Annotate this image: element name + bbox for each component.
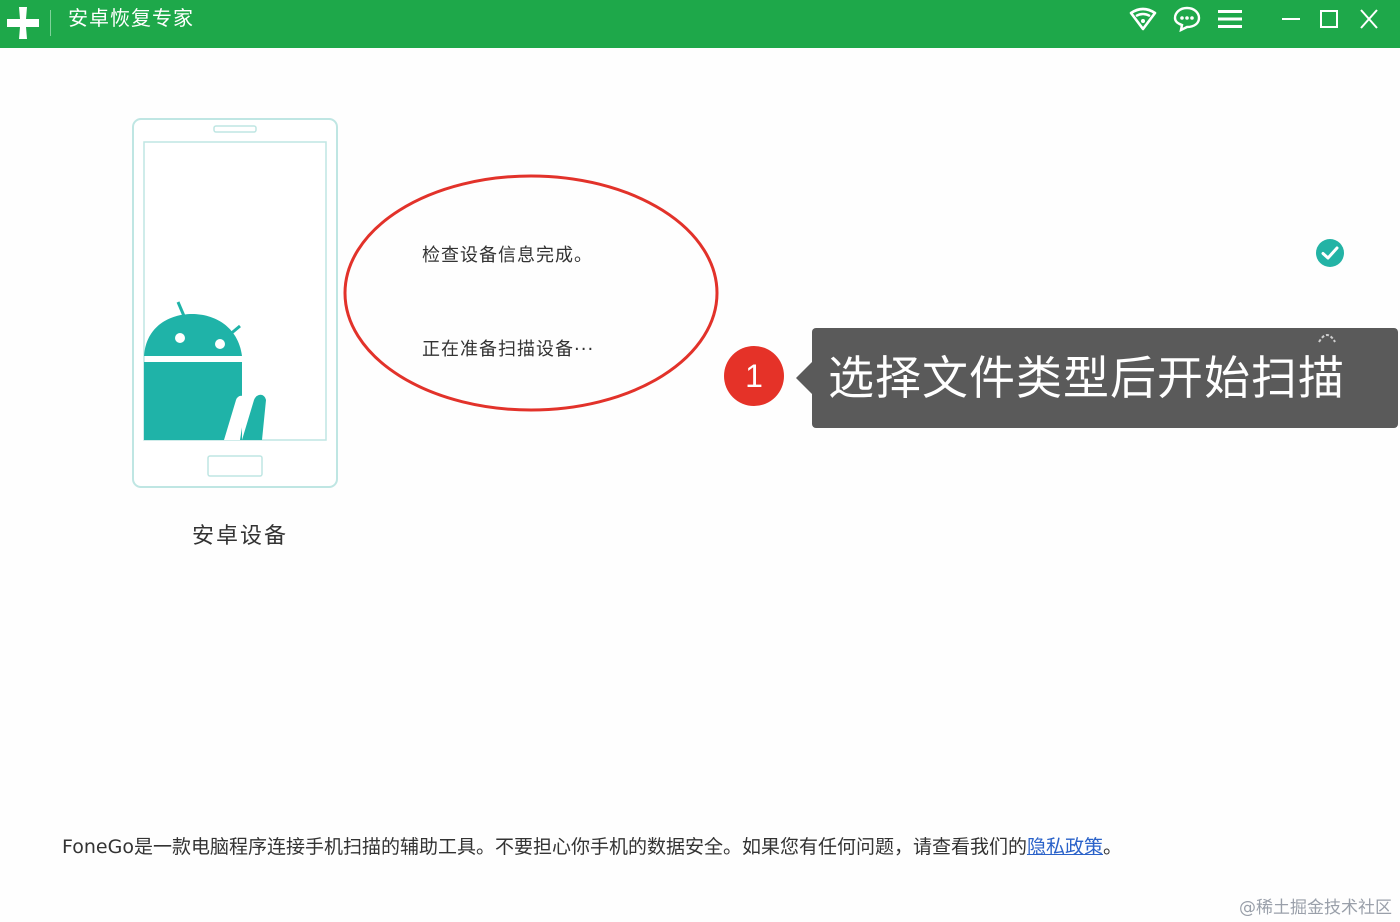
privacy-policy-link[interactable]: 隐私政策 — [1027, 836, 1103, 858]
step-badge: 1 — [724, 346, 784, 406]
annotation-callout: 选择文件类型后开始扫描 — [812, 328, 1398, 428]
chat-icon[interactable] — [1172, 6, 1202, 32]
close-icon[interactable] — [1354, 6, 1384, 32]
app-title: 安卓恢复专家 — [68, 6, 194, 30]
status-check-complete: 检查设备信息完成。 — [422, 245, 593, 266]
minimize-icon[interactable] — [1276, 6, 1306, 32]
footer-suffix: 。 — [1102, 836, 1122, 858]
title-bar[interactable]: 安卓恢复专家 — [0, 0, 1400, 48]
watermark: @稀土掘金技术社区 — [1239, 898, 1392, 918]
loading-spinner-icon — [1318, 334, 1336, 343]
maximize-icon[interactable] — [1314, 6, 1344, 32]
title-separator — [50, 10, 51, 36]
wifi-icon[interactable] — [1128, 6, 1158, 32]
app-window: 安卓恢复专家 安卓设备 检查设备信息完成。 正在准备扫描设备··· 1 选择文件… — [0, 0, 1400, 922]
app-logo-icon — [7, 7, 39, 39]
highlight-ellipse — [343, 174, 719, 412]
android-phone-icon — [132, 118, 338, 488]
device-label: 安卓设备 — [191, 524, 288, 549]
callout-arrow — [796, 362, 812, 394]
status-preparing-scan: 正在准备扫描设备··· — [422, 339, 595, 360]
check-circle-icon — [1316, 239, 1344, 267]
footer-notice: FoneGo是一款电脑程序连接手机扫描的辅助工具。不要担心你手机的数据安全。如果… — [62, 834, 1262, 861]
footer-text: FoneGo是一款电脑程序连接手机扫描的辅助工具。不要担心你手机的数据安全。如果… — [62, 836, 1027, 858]
menu-icon[interactable] — [1215, 6, 1245, 32]
